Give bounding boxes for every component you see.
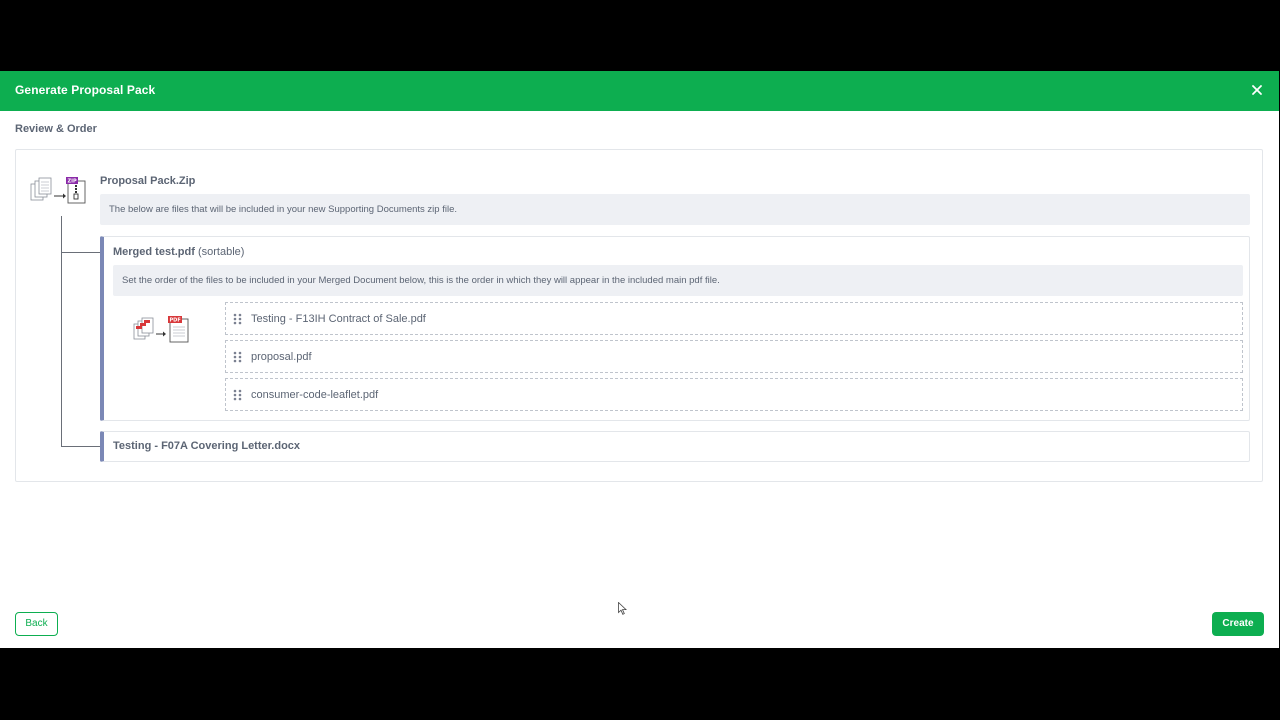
merged-document-suffix: (sortable): [194, 246, 245, 258]
sortable-item[interactable]: proposal.pdf: [225, 340, 1243, 373]
merged-info-note: Set the order of the files to be include…: [113, 265, 1243, 296]
create-button[interactable]: Create: [1212, 612, 1264, 636]
drag-handle-icon[interactable]: [233, 389, 242, 401]
mouse-cursor-icon: [618, 602, 627, 615]
merged-document-name: Merged test.pdf: [113, 246, 195, 258]
tree-connector: [61, 216, 62, 447]
sortable-item-label: consumer-code-leaflet.pdf: [251, 389, 379, 401]
modal-header: Generate Proposal Pack: [0, 71, 1279, 111]
tree-connector-branch: [61, 446, 101, 447]
sortable-item-label: Testing - F13IH Contract of Sale.pdf: [251, 313, 426, 325]
docx-document-name: Testing - F07A Covering Letter.docx: [113, 440, 301, 452]
sortable-item-label: proposal.pdf: [251, 351, 312, 363]
section-title: Review & Order: [15, 123, 97, 135]
generate-proposal-pack-modal: Generate Proposal Pack Review & Order ZI…: [0, 71, 1279, 648]
merged-document-title: Merged test.pdf (sortable): [113, 246, 244, 258]
pdf-merge-icon: PDF: [133, 316, 189, 343]
sortable-item[interactable]: Testing - F13IH Contract of Sale.pdf: [225, 302, 1243, 335]
close-icon[interactable]: [1248, 81, 1266, 99]
back-button[interactable]: Back: [15, 612, 58, 636]
modal-title: Generate Proposal Pack: [15, 83, 156, 97]
zip-files-icon: ZIP: [30, 177, 86, 204]
review-order-panel: ZIP Proposal Pack.Zip The below are file…: [15, 149, 1263, 482]
svg-text:ZIP: ZIP: [68, 179, 77, 185]
drag-handle-icon[interactable]: [233, 313, 242, 325]
sortable-item[interactable]: consumer-code-leaflet.pdf: [225, 378, 1243, 411]
docx-document-card: Testing - F07A Covering Letter.docx: [100, 431, 1250, 462]
tree-connector-branch: [61, 252, 101, 253]
svg-text:PDF: PDF: [170, 318, 181, 324]
zip-file-name: Proposal Pack.Zip: [100, 175, 196, 187]
zip-info-note: The below are files that will be include…: [100, 194, 1250, 225]
drag-handle-icon[interactable]: [233, 351, 242, 363]
merged-document-card: Merged test.pdf (sortable) Set the order…: [100, 236, 1250, 421]
